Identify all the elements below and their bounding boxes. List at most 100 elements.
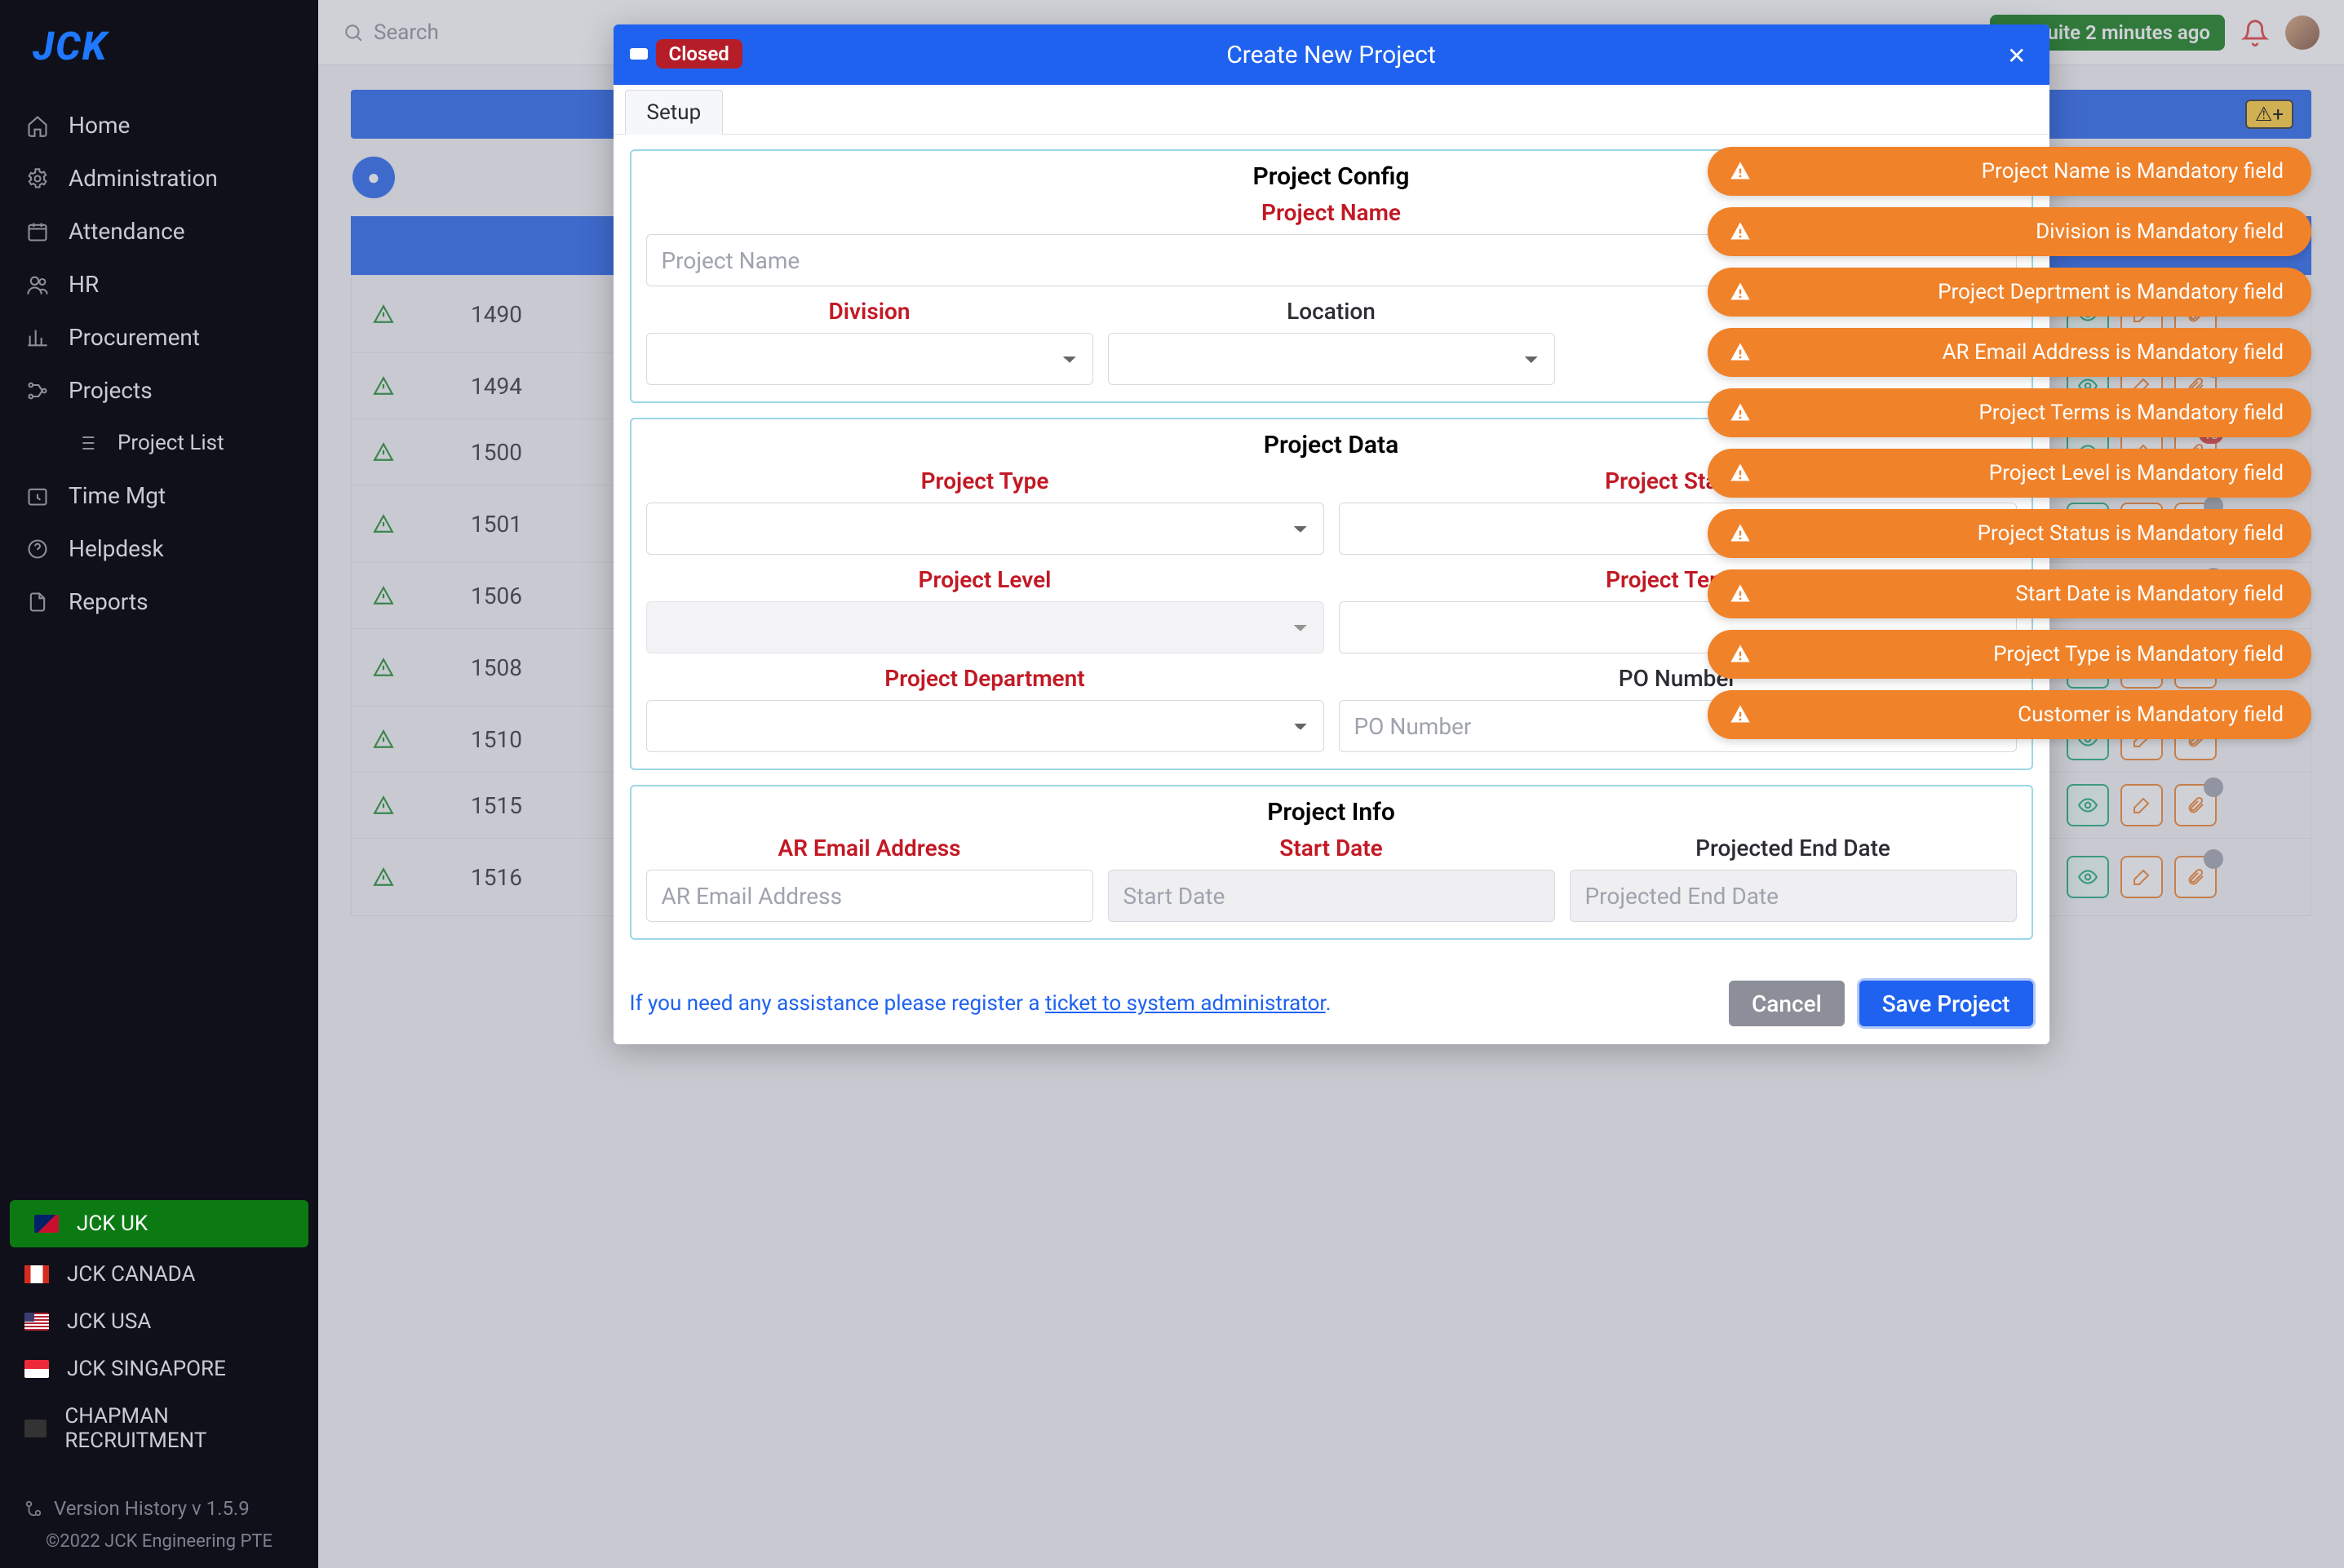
- calendar-icon: [24, 219, 51, 245]
- org-jck-uk[interactable]: JCK UK: [10, 1200, 308, 1247]
- validation-toast[interactable]: Project Terms is Mandatory field: [1708, 388, 2311, 437]
- validation-toast[interactable]: Project Type is Mandatory field: [1708, 630, 2311, 679]
- label-projected-end: Projected End Date: [1570, 835, 2017, 862]
- clock-icon: [24, 483, 51, 509]
- toast-message: Project Type is Mandatory field: [1993, 642, 2284, 667]
- section-project-info: Project Info AR Email Address Start Date: [630, 785, 2033, 940]
- flag-icon: [24, 1265, 49, 1283]
- warning-icon: [1729, 461, 1753, 485]
- sidebar-item-helpdesk[interactable]: Helpdesk: [0, 522, 318, 575]
- org-label: CHAPMAN RECRUITMENT: [64, 1404, 294, 1453]
- sidebar-item-projects[interactable]: Projects: [0, 364, 318, 417]
- project-department-select[interactable]: [646, 700, 1324, 752]
- org-chapman-recruitment[interactable]: CHAPMAN RECRUITMENT: [0, 1393, 318, 1464]
- sidebar-item-project-list[interactable]: Project List: [0, 417, 318, 469]
- help-text: If you need any assistance please regist…: [630, 991, 1046, 1016]
- help-icon: [24, 536, 51, 562]
- primary-nav: Home Administration Attendance HR Procuremen…: [0, 99, 318, 628]
- modal-footer: If you need any assistance please regist…: [614, 974, 2049, 1044]
- validation-toast[interactable]: Division is Mandatory field: [1708, 207, 2311, 256]
- org-jck-canada[interactable]: JCK CANADA: [0, 1251, 318, 1298]
- help-link[interactable]: ticket to system administrator: [1045, 991, 1326, 1016]
- modal-header: Closed Create New Project ✕: [614, 24, 2049, 85]
- sidebar-item-label: Attendance: [69, 218, 185, 245]
- sidebar-item-label: Home: [69, 112, 130, 139]
- version-history-link[interactable]: Version History v 1.5.9: [24, 1497, 294, 1520]
- sidebar-item-label: Procurement: [69, 324, 200, 351]
- flag-icon: [24, 1313, 49, 1331]
- modal-overlay: Closed Create New Project ✕ Setup Projec…: [318, 0, 2344, 1568]
- validation-toast[interactable]: Project Level is Mandatory field: [1708, 449, 2311, 498]
- warning-icon: [1729, 642, 1753, 667]
- ar-email-input[interactable]: [646, 870, 1093, 922]
- projected-end-input[interactable]: [1570, 870, 2017, 922]
- division-select[interactable]: [646, 333, 1093, 385]
- org-label: JCK SINGAPORE: [67, 1357, 226, 1381]
- flag-icon: [34, 1215, 59, 1233]
- list-icon: [73, 430, 100, 456]
- project-type-select[interactable]: [646, 503, 1324, 555]
- sidebar-item-label: Reports: [69, 588, 148, 615]
- label-ar-email: AR Email Address: [646, 835, 1093, 862]
- org-label: JCK USA: [67, 1309, 151, 1334]
- sidebar-item-home[interactable]: Home: [0, 99, 318, 152]
- sidebar-item-time-mgt[interactable]: Time Mgt: [0, 469, 318, 522]
- warning-icon: [1729, 582, 1753, 606]
- status-pill: Closed: [656, 39, 742, 69]
- sidebar-item-attendance[interactable]: Attendance: [0, 205, 318, 258]
- org-jck-usa[interactable]: JCK USA: [0, 1298, 318, 1345]
- label-project-level: Project Level: [646, 566, 1324, 593]
- org-switcher: JCK UK JCK CANADA JCK USA JCK SINGAPORE CHAP…: [0, 1197, 318, 1464]
- label-project-type: Project Type: [646, 467, 1324, 494]
- sidebar-item-hr[interactable]: HR: [0, 258, 318, 311]
- flag-icon: [24, 1420, 47, 1437]
- toast-message: Customer is Mandatory field: [2018, 702, 2284, 727]
- sidebar-item-administration[interactable]: Administration: [0, 152, 318, 205]
- cancel-button[interactable]: Cancel: [1729, 981, 1845, 1026]
- sidebar-item-label: Project List: [117, 431, 224, 455]
- validation-toast[interactable]: AR Email Address is Mandatory field: [1708, 328, 2311, 377]
- modal-status: Closed: [630, 39, 742, 69]
- validation-toast[interactable]: Project Name is Mandatory field: [1708, 147, 2311, 196]
- label-project-department: Project Department: [646, 665, 1324, 692]
- warning-icon: [1729, 521, 1753, 546]
- section-title: Project Info: [646, 798, 2017, 826]
- validation-toast[interactable]: Project Status is Mandatory field: [1708, 509, 2311, 558]
- warning-icon: [1729, 280, 1753, 304]
- copyright-text: ©2022 JCK Engineering PTE: [24, 1531, 294, 1552]
- toast-message: Project Deprtment is Mandatory field: [1938, 280, 2284, 304]
- org-jck-singapore[interactable]: JCK SINGAPORE: [0, 1345, 318, 1393]
- start-date-input[interactable]: [1108, 870, 1555, 922]
- barchart-icon: [24, 325, 51, 351]
- label-location: Location: [1108, 298, 1555, 325]
- sidebar: JCK HomeAdministrationAttendanceHRProcur…: [0, 0, 318, 1568]
- validation-toast[interactable]: Project Deprtment is Mandatory field: [1708, 268, 2311, 317]
- home-icon: [24, 113, 51, 139]
- toast-message: Project Terms is Mandatory field: [1978, 401, 2284, 425]
- validation-toast[interactable]: Start Date is Mandatory field: [1708, 569, 2311, 618]
- close-icon[interactable]: ✕: [2007, 42, 2026, 69]
- label-start-date: Start Date: [1108, 835, 1555, 862]
- sidebar-item-procurement[interactable]: Procurement: [0, 311, 318, 364]
- warning-icon: [1729, 401, 1753, 425]
- tab-setup[interactable]: Setup: [625, 90, 724, 135]
- validation-toast[interactable]: Customer is Mandatory field: [1708, 690, 2311, 739]
- sidebar-item-label: Helpdesk: [69, 535, 164, 562]
- project-level-select: [646, 601, 1324, 653]
- org-label: JCK CANADA: [67, 1262, 195, 1287]
- warning-icon: [1729, 340, 1753, 365]
- warning-icon: [1729, 702, 1753, 727]
- toast-message: Project Name is Mandatory field: [1982, 159, 2284, 184]
- sidebar-item-reports[interactable]: Reports: [0, 575, 318, 628]
- warning-icon: [1729, 159, 1753, 184]
- toast-message: Division is Mandatory field: [2036, 219, 2284, 244]
- location-select[interactable]: [1108, 333, 1555, 385]
- warning-icon: [1729, 219, 1753, 244]
- toast-message: Project Level is Mandatory field: [1989, 461, 2284, 485]
- label-division: Division: [646, 298, 1093, 325]
- save-project-button[interactable]: Save Project: [1859, 981, 2033, 1026]
- nodes-icon: [24, 378, 51, 404]
- toast-message: Project Status is Mandatory field: [1978, 521, 2284, 546]
- toast-message: AR Email Address is Mandatory field: [1943, 340, 2284, 365]
- sidebar-item-label: HR: [69, 271, 99, 298]
